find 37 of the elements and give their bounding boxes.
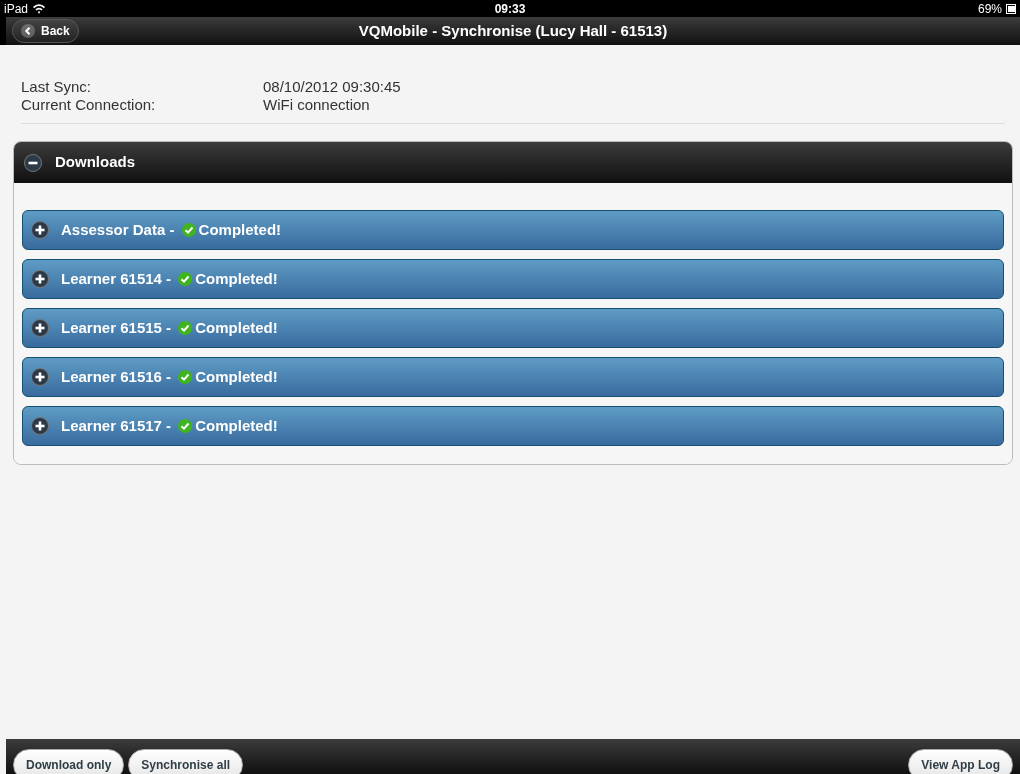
row-label: Learner 61517 - <box>61 415 173 436</box>
collapsible-row[interactable]: Learner 61514 - Completed! <box>22 259 1004 299</box>
collapsible-row[interactable]: Learner 61515 - Completed! <box>22 308 1004 348</box>
status-text: Completed! <box>198 219 282 240</box>
battery-percentage: 69% <box>977 0 1002 18</box>
status-text: Completed! <box>195 317 278 338</box>
status-text: Completed! <box>195 415 278 436</box>
section-header[interactable]: Downloads <box>14 142 1012 183</box>
back-button[interactable]: Back <box>12 19 79 43</box>
toolbar-button[interactable]: View App Log <box>908 749 1013 774</box>
status-text: Completed! <box>195 366 278 387</box>
row-label: Learner 61514 - <box>61 268 173 289</box>
page-title: VQMobile - Synchronise (Lucy Hall - 61513) <box>358 20 668 41</box>
clock: 09:33 <box>494 0 526 18</box>
collapsible-row[interactable]: Learner 61517 - Completed! <box>22 406 1004 446</box>
info-value: WiFi connection <box>263 96 370 114</box>
checkmark-icon <box>181 223 196 237</box>
row-label: Learner 61515 - <box>61 317 173 338</box>
toolbar-button[interactable]: Synchronise all <box>128 749 244 774</box>
collapsible-row[interactable]: Learner 61516 - Completed! <box>22 357 1004 397</box>
info-label: Current Connection: <box>21 96 157 114</box>
checkmark-icon <box>178 370 193 384</box>
chevron-left-icon <box>21 24 35 38</box>
row-label: Assessor Data - <box>61 219 176 240</box>
collapsible-row[interactable]: Assessor Data - Completed! <box>22 210 1004 250</box>
section-title: Downloads <box>55 152 135 173</box>
checkmark-icon <box>178 272 193 286</box>
device-name: iPad <box>4 0 29 18</box>
row-label: Learner 61516 - <box>61 366 173 387</box>
checkmark-icon <box>178 321 193 335</box>
status-text: Completed! <box>195 268 278 289</box>
checkmark-icon <box>178 419 193 433</box>
info-label: Last Sync: <box>21 78 93 96</box>
battery-icon <box>1006 3 1016 14</box>
toolbar-button[interactable]: Download only <box>13 749 125 774</box>
wifi-icon <box>32 3 47 14</box>
info-value: 08/10/2012 09:30:45 <box>263 78 401 96</box>
